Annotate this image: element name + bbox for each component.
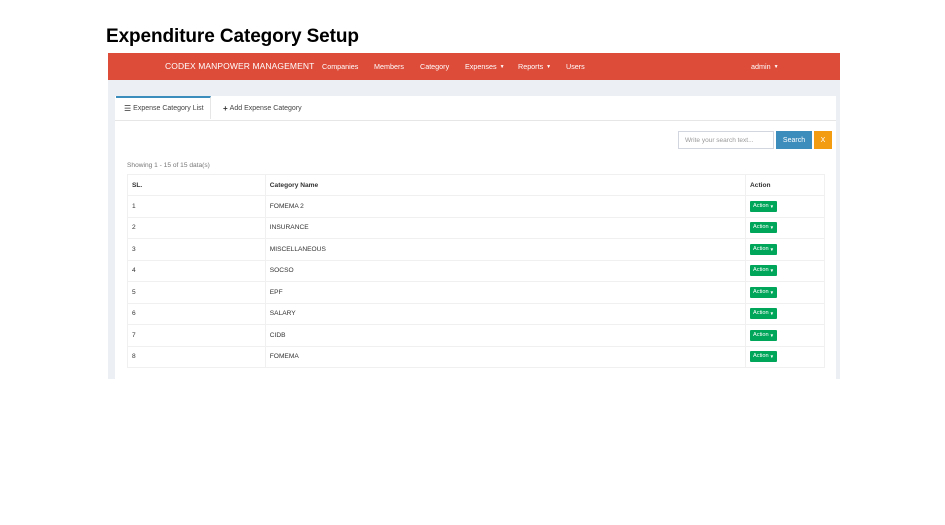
caret-down-icon: ▼: [769, 311, 775, 317]
action-dropdown-button[interactable]: Action ▼: [750, 243, 778, 255]
caret-down-icon: ▼: [769, 225, 775, 231]
cell-action: Action ▼: [745, 216, 825, 239]
tab-label: Expense Category List: [133, 105, 204, 112]
caret-down-icon: ▼: [769, 354, 775, 360]
list-icon: ☰: [124, 104, 132, 113]
column-header-action: Action: [745, 174, 825, 196]
cell-action: Action ▼: [745, 238, 825, 261]
cell-action: Action ▼: [745, 324, 825, 347]
caret-down-icon: ▼: [769, 246, 775, 252]
nav-members[interactable]: Members: [374, 62, 404, 71]
caret-down-icon: ▼: [499, 64, 505, 70]
table-header-row: SL. Category Name Action: [127, 174, 825, 196]
app-frame: CODEX MANPOWER MANAGEMENT Companies Memb…: [108, 53, 840, 379]
top-navbar: CODEX MANPOWER MANAGEMENT Companies Memb…: [108, 53, 840, 80]
nav-label: Users: [566, 62, 585, 71]
table-row: 4 SOCSO Action ▼: [127, 259, 825, 282]
caret-down-icon: ▼: [769, 203, 775, 209]
table-row: 7 CIDB Action ▼: [127, 324, 825, 347]
brand-link[interactable]: CODEX MANPOWER MANAGEMENT: [165, 61, 314, 71]
category-table: SL. Category Name Action 1 FOMEMA 2 Action…: [127, 174, 825, 368]
action-label: Action: [753, 267, 769, 274]
nav-users[interactable]: Users: [566, 62, 585, 71]
action-label: Action: [753, 245, 769, 252]
cell-category-name: EPF: [264, 281, 747, 304]
nav-reports-dropdown[interactable]: Reports ▼: [518, 62, 551, 71]
cell-action: Action ▼: [745, 302, 825, 325]
cell-category-name: SALARY: [264, 302, 747, 325]
tab-expense-category-list[interactable]: ☰ Expense Category List: [116, 96, 211, 119]
nav-label: Category: [420, 62, 450, 71]
user-name: admin: [751, 62, 771, 71]
cell-category-name: FOMEMA 2: [264, 195, 747, 218]
tab-bar: ☰ Expense Category List + Add Expense Ca…: [115, 96, 836, 121]
cell-category-name: CIDB: [264, 324, 747, 347]
nav-label: Members: [374, 62, 404, 71]
cell-action: Action ▼: [745, 259, 825, 282]
cell-category-name: SOCSO: [264, 259, 747, 282]
cell-sl: 5: [127, 281, 266, 304]
table-body: 1 FOMEMA 2 Action ▼ 2 INSURANCE Action ▼ 3 MISCEL…: [127, 195, 825, 368]
nav-expenses-dropdown[interactable]: Expenses ▼: [465, 62, 505, 71]
clear-search-button[interactable]: X: [814, 131, 832, 149]
column-header-category-name: Category Name: [264, 174, 747, 196]
action-label: Action: [753, 202, 769, 209]
action-dropdown-button[interactable]: Action ▼: [750, 286, 778, 298]
cell-action: Action ▼: [745, 281, 825, 304]
nav-companies[interactable]: Companies: [322, 62, 358, 71]
table-row: 1 FOMEMA 2 Action ▼: [127, 195, 825, 218]
cell-sl: 3: [127, 238, 266, 261]
table-row: 8 FOMEMA Action ▼: [127, 345, 825, 368]
cell-sl: 1: [127, 195, 266, 218]
cell-action: Action ▼: [745, 345, 825, 368]
action-label: Action: [753, 331, 769, 338]
caret-down-icon: ▼: [769, 289, 775, 295]
action-dropdown-button[interactable]: Action ▼: [750, 308, 778, 320]
action-label: Action: [753, 310, 769, 317]
action-label: Action: [753, 288, 769, 295]
results-count: Showing 1 - 15 of 15 data(s): [127, 162, 210, 169]
cell-category-name: FOMEMA: [264, 345, 747, 368]
user-menu-dropdown[interactable]: admin ▼: [751, 62, 779, 71]
table-row: 5 EPF Action ▼: [127, 281, 825, 304]
caret-down-icon: ▼: [773, 64, 779, 70]
caret-down-icon: ▼: [769, 268, 775, 274]
nav-label: Companies: [322, 62, 359, 71]
action-label: Action: [753, 224, 769, 231]
search-button[interactable]: Search: [776, 131, 812, 149]
caret-down-icon: ▼: [546, 64, 552, 70]
caret-down-icon: ▼: [769, 332, 775, 338]
table-row: 6 SALARY Action ▼: [127, 302, 825, 325]
content-box: ☰ Expense Category List + Add Expense Ca…: [115, 96, 836, 379]
action-dropdown-button[interactable]: Action ▼: [750, 329, 778, 341]
nav-label: Reports: [518, 62, 544, 71]
cell-sl: 8: [127, 345, 266, 368]
action-dropdown-button[interactable]: Action ▼: [750, 265, 778, 277]
action-dropdown-button[interactable]: Action ▼: [750, 351, 778, 363]
column-header-sl: SL.: [127, 174, 266, 196]
search-input[interactable]: [678, 131, 774, 149]
table-row: 3 MISCELLANEOUS Action ▼: [127, 238, 825, 261]
cell-sl: 6: [127, 302, 266, 325]
cell-sl: 2: [127, 216, 266, 239]
tab-add-expense-category[interactable]: + Add Expense Category: [223, 96, 302, 120]
cell-sl: 7: [127, 324, 266, 347]
tab-label: Add Expense Category: [229, 104, 302, 112]
nav-category[interactable]: Category: [420, 62, 449, 71]
cell-category-name: MISCELLANEOUS: [264, 238, 747, 261]
cell-category-name: INSURANCE: [264, 216, 747, 239]
plus-icon: +: [223, 103, 228, 113]
cell-sl: 4: [127, 259, 266, 282]
cell-action: Action ▼: [745, 195, 825, 218]
action-label: Action: [753, 353, 769, 360]
table-row: 2 INSURANCE Action ▼: [127, 216, 825, 239]
nav-label: Expenses: [465, 62, 497, 71]
page-title: Expenditure Category Setup: [106, 26, 359, 47]
action-dropdown-button[interactable]: Action ▼: [750, 200, 778, 212]
action-dropdown-button[interactable]: Action ▼: [750, 222, 778, 234]
